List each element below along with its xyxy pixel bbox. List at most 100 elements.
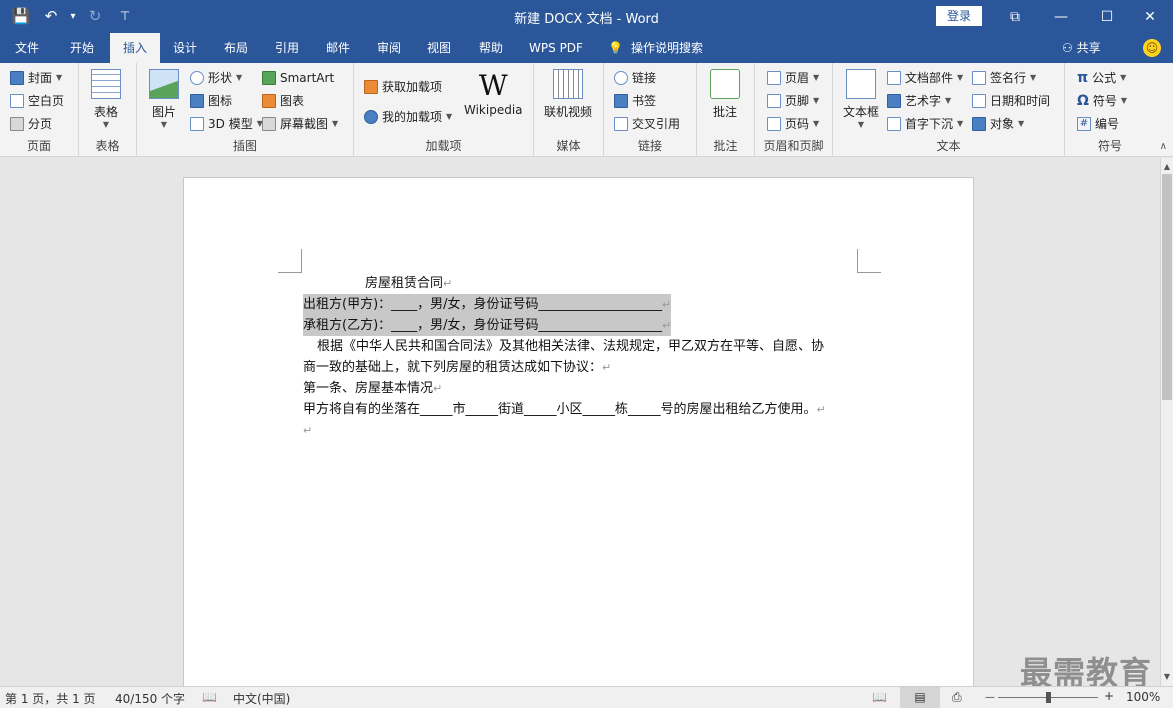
cover-page-icon (10, 71, 24, 85)
share-button[interactable]: ⚇ 共享 (1062, 33, 1101, 63)
link-label: 链接 (632, 71, 657, 85)
blank-page-button[interactable]: 空白页 (10, 91, 64, 111)
drop-cap-button[interactable]: 首字下沉 ▼ (887, 114, 963, 134)
new-comment-button[interactable]: 批注 (710, 69, 740, 120)
picture-button[interactable]: 图片 ▼ (149, 69, 179, 129)
tab-design[interactable]: 设计 (161, 33, 209, 63)
minimize-icon[interactable]: — (1038, 0, 1084, 33)
3d-model-button[interactable]: 3D 模型 ▼ (190, 114, 263, 134)
intro-line-2: 商一致的基础上，就下列房屋的租赁达成如下协议：↵ (303, 357, 863, 378)
tab-insert[interactable]: 插入 (110, 33, 160, 63)
date-time-label: 日期和时间 (990, 94, 1051, 108)
document-area[interactable]: 房屋租赁合同↵ 出租方(甲方)：____，男/女，身份证号码__________… (0, 158, 1160, 686)
article-1-heading: 第一条、房屋基本情况 (303, 381, 434, 396)
my-addins-label: 我的加载项 (382, 110, 443, 124)
date-time-button[interactable]: 日期和时间 (972, 91, 1050, 111)
customize-qat-icon[interactable]: ⊤ (112, 4, 138, 28)
icons-label: 图标 (208, 94, 233, 108)
tab-review[interactable]: 审阅 (364, 33, 414, 63)
tab-file[interactable]: 文件 (0, 33, 54, 63)
get-addins-button[interactable]: 获取加载项 (364, 77, 442, 97)
page-number-icon (767, 117, 781, 131)
group-label-addins: 加载项 (425, 139, 462, 153)
undo-dropdown-icon[interactable]: ▾ (68, 4, 78, 28)
web-layout-icon[interactable]: ⎙ (952, 690, 962, 705)
scroll-up-icon[interactable]: ▲ (1161, 160, 1173, 174)
feedback-smiley-icon[interactable]: ☺ (1143, 39, 1161, 57)
shapes-button[interactable]: 形状 ▼ (190, 68, 242, 88)
smartart-label: SmartArt (280, 71, 335, 85)
selected-text: 承租方(乙方)：____，男/女，身份证号码__________________… (303, 315, 672, 336)
tab-layout[interactable]: 布局 (212, 33, 260, 63)
empty-line: ↵ (303, 420, 863, 441)
footer-button[interactable]: 页脚 ▼ (767, 91, 819, 111)
picture-icon (149, 69, 179, 99)
group-label-comments: 批注 (713, 139, 738, 153)
lessee-text: 承租方(乙方)：____，男/女，身份证号码__________________… (303, 318, 663, 333)
table-button[interactable]: 表格 ▼ (91, 69, 121, 129)
object-button[interactable]: 对象 ▼ (972, 114, 1024, 134)
tab-help[interactable]: 帮助 (466, 33, 516, 63)
document-page[interactable]: 房屋租赁合同↵ 出租方(甲方)：____，男/女，身份证号码__________… (183, 177, 974, 686)
chevron-down-icon: ▼ (332, 119, 339, 128)
paragraph-mark-icon: ↵ (662, 298, 672, 311)
document-body[interactable]: 房屋租赁合同↵ 出租方(甲方)：____，男/女，身份证号码__________… (303, 273, 863, 441)
screenshot-button[interactable]: 屏幕截图 ▼ (262, 114, 338, 134)
table-label: 表格 (93, 105, 118, 119)
signature-line-button[interactable]: 签名行 ▼ (972, 68, 1036, 88)
undo-icon[interactable]: ↶ (38, 4, 64, 28)
icons-button[interactable]: 图标 (190, 91, 232, 111)
close-icon[interactable]: ✕ (1127, 0, 1173, 33)
cross-reference-button[interactable]: 交叉引用 (614, 114, 680, 134)
zoom-in-icon[interactable]: + (1104, 689, 1114, 703)
number-button[interactable]: # 编号 (1077, 114, 1119, 134)
quick-parts-button[interactable]: 文档部件 ▼ (887, 68, 963, 88)
symbol-button[interactable]: Ω 符号 ▼ (1077, 91, 1127, 111)
doc-title-line: 房屋租赁合同↵ (303, 273, 863, 294)
proofing-icon[interactable]: 📖 (202, 690, 217, 704)
tell-me-search[interactable]: 💡 操作说明搜索 (608, 33, 703, 63)
wordart-button[interactable]: 艺术字 ▼ (887, 91, 951, 111)
new-comment-label: 批注 (712, 105, 737, 119)
ribbon-display-options-icon[interactable]: ⧉ (992, 0, 1038, 33)
smartart-button[interactable]: SmartArt (262, 68, 334, 88)
read-mode-icon[interactable]: 📖 (872, 690, 887, 704)
link-button[interactable]: 链接 (614, 68, 656, 88)
page-break-button[interactable]: 分页 (10, 114, 52, 134)
scroll-down-icon[interactable]: ▼ (1161, 670, 1173, 684)
save-icon[interactable]: 💾 (8, 4, 34, 28)
group-comments: 批注 批注 (697, 63, 755, 157)
tab-wps-pdf[interactable]: WPS PDF (520, 33, 592, 63)
print-layout-icon[interactable]: ▤ (900, 687, 940, 708)
signature-line-label: 签名行 (990, 71, 1027, 85)
tab-references[interactable]: 引用 (262, 33, 312, 63)
language-indicator[interactable]: 中文(中国) (233, 690, 290, 707)
zoom-level[interactable]: 100% (1126, 690, 1160, 704)
zoom-out-icon[interactable]: — (985, 692, 995, 703)
tab-mailings[interactable]: 邮件 (314, 33, 362, 63)
login-button[interactable]: 登录 (936, 6, 982, 26)
scroll-thumb[interactable] (1162, 174, 1172, 400)
cover-page-button[interactable]: 封面 ▼ (10, 68, 62, 88)
tab-view[interactable]: 视图 (414, 33, 464, 63)
redo-icon[interactable]: ↻ (82, 4, 108, 28)
word-count[interactable]: 40/150 个字 (115, 690, 185, 707)
vertical-scrollbar[interactable]: ▲ ▼ (1160, 158, 1173, 686)
page-count[interactable]: 第 1 页，共 1 页 (5, 690, 96, 707)
tab-home[interactable]: 开始 (56, 33, 108, 63)
number-label: 编号 (1095, 117, 1120, 131)
wikipedia-button[interactable]: W Wikipedia (464, 69, 523, 117)
zoom-slider-thumb[interactable] (1046, 692, 1051, 703)
maximize-icon[interactable]: ☐ (1084, 0, 1130, 33)
page-number-button[interactable]: 页码 ▼ (767, 114, 819, 134)
text-box-button[interactable]: 文本框 ▼ (843, 69, 879, 129)
chart-button[interactable]: 图表 (262, 91, 304, 111)
equation-button[interactable]: π 公式 ▼ (1077, 68, 1126, 88)
header-button[interactable]: 页眉 ▼ (767, 68, 819, 88)
my-addins-button[interactable]: 我的加载项 ▼ (364, 107, 452, 127)
chevron-down-icon: ▼ (446, 112, 453, 121)
clause-1-line: 甲方将自有的坐落在_____市_____街道_____小区_____栋_____… (303, 399, 863, 420)
collapse-ribbon-icon[interactable]: ∧ (1160, 141, 1167, 152)
bookmark-button[interactable]: 书签 (614, 91, 656, 111)
online-video-button[interactable]: 联机视频 (544, 69, 592, 120)
